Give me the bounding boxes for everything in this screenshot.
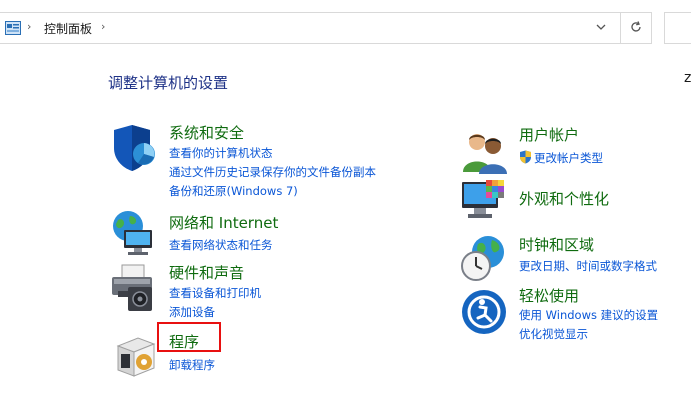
- chevron-down-icon[interactable]: [594, 21, 608, 33]
- breadcrumb-chevron-icon[interactable]: ›: [101, 20, 105, 33]
- link-optimize-visual-display[interactable]: 优化视觉显示: [519, 326, 588, 342]
- breadcrumb-chevron-icon[interactable]: ›: [27, 20, 31, 33]
- category-ease-of-access-title[interactable]: 轻松使用: [519, 285, 579, 306]
- link-windows-recommended-settings[interactable]: 使用 Windows 建议的设置: [519, 307, 658, 323]
- link-change-account-type[interactable]: 更改帐户类型: [534, 150, 603, 166]
- link-backup-restore[interactable]: 备份和还原(Windows 7): [169, 183, 298, 199]
- control-panel-icon: [5, 21, 21, 35]
- view-by-partial-text: z: [684, 70, 691, 86]
- ease-of-access-icon[interactable]: [460, 288, 508, 336]
- category-appearance-title[interactable]: 外观和个性化: [519, 188, 609, 209]
- programs-icon[interactable]: [112, 330, 160, 378]
- network-globe-icon[interactable]: [108, 208, 156, 256]
- link-uninstall-program[interactable]: 卸载程序: [169, 357, 215, 373]
- printer-speaker-icon[interactable]: [108, 263, 156, 311]
- category-network-internet-title[interactable]: 网络和 Internet: [169, 212, 278, 233]
- link-view-computer-status[interactable]: 查看你的计算机状态: [169, 145, 273, 161]
- category-programs-title[interactable]: 程序: [169, 331, 199, 352]
- category-hardware-sound-title[interactable]: 硬件和声音: [169, 262, 244, 283]
- refresh-icon: [631, 21, 641, 32]
- link-devices-printers[interactable]: 查看设备和打印机: [169, 285, 261, 301]
- shield-icon[interactable]: [108, 124, 156, 172]
- refresh-button[interactable]: [620, 13, 651, 43]
- page-title: 调整计算机的设置: [108, 74, 229, 92]
- category-clock-region-title[interactable]: 时钟和区域: [519, 234, 594, 255]
- link-file-history-backup[interactable]: 通过文件历史记录保存你的文件备份副本: [169, 164, 376, 180]
- clock-globe-icon[interactable]: [460, 234, 508, 282]
- category-system-security-title[interactable]: 系统和安全: [169, 122, 244, 143]
- search-input[interactable]: [664, 12, 691, 44]
- link-change-date-time-format[interactable]: 更改日期、时间或数字格式: [519, 258, 657, 274]
- users-icon[interactable]: [460, 128, 508, 176]
- monitor-palette-icon[interactable]: [460, 178, 508, 226]
- breadcrumb-control-panel[interactable]: 控制面板: [44, 20, 92, 37]
- link-add-device[interactable]: 添加设备: [169, 304, 215, 320]
- uac-shield-icon: [520, 150, 531, 164]
- link-view-network-status[interactable]: 查看网络状态和任务: [169, 237, 273, 253]
- category-user-accounts-title[interactable]: 用户帐户: [519, 124, 579, 145]
- address-bar[interactable]: › 控制面板 ›: [0, 12, 652, 44]
